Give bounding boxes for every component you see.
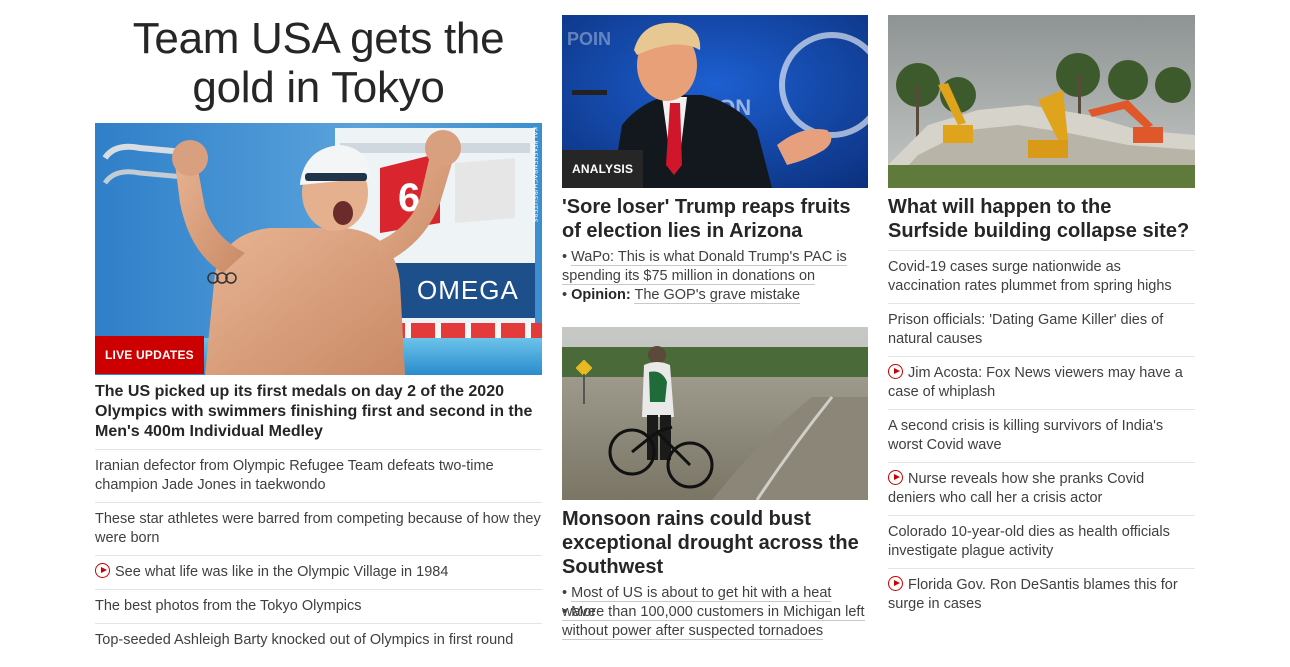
trump-photo[interactable]: ION POIN ANALYSIS — [562, 15, 868, 188]
lead-story-headline[interactable]: The US picked up its first medals on day… — [95, 382, 535, 442]
analysis-badge[interactable]: ANALYSIS — [562, 150, 644, 188]
bullet-link[interactable]: • WaPo: This is what Donald Trump's PAC … — [562, 248, 868, 286]
surfside-headline[interactable]: What will happen to the Surfside buildin… — [888, 195, 1195, 243]
video-play-icon — [888, 576, 903, 591]
list-item[interactable]: Iranian defector from Olympic Refugee Te… — [95, 449, 542, 495]
flood-illustration — [562, 327, 868, 500]
list-item[interactable]: See what life was like in the Olympic Vi… — [95, 555, 542, 582]
list-item[interactable]: Jim Acosta: Fox News viewers may have a … — [888, 356, 1195, 402]
list-item[interactable]: These star athletes were barred from com… — [95, 502, 542, 548]
bullet-link[interactable]: • Opinion: The GOP's grave mistake — [562, 286, 868, 305]
photo-credit: KAI PFAFFENBACH/REUTERS — [531, 127, 539, 223]
live-updates-badge[interactable]: LIVE UPDATES — [95, 336, 204, 374]
flood-photo[interactable] — [562, 327, 868, 500]
list-item[interactable]: Prison officials: 'Dating Game Killer' d… — [888, 303, 1195, 349]
video-play-icon — [888, 470, 903, 485]
list-item[interactable]: Covid-19 cases surge nationwide as vacci… — [888, 250, 1195, 296]
monsoon-headline[interactable]: Monsoon rains could bust exceptional dro… — [562, 507, 872, 579]
trump-headline[interactable]: 'Sore loser' Trump reaps fruits of elect… — [562, 195, 868, 243]
list-item[interactable]: Florida Gov. Ron DeSantis blames this fo… — [888, 568, 1195, 614]
surfside-photo[interactable] — [888, 15, 1195, 188]
list-item[interactable]: A second crisis is killing survivors of … — [888, 409, 1195, 455]
video-play-icon — [95, 563, 110, 578]
swimmer-photo[interactable]: 6 OMEGA KAI PFAFFENBACH/REUTERS LIVE UPD… — [95, 123, 542, 375]
surfside-illustration — [888, 15, 1195, 188]
main-headline[interactable]: Team USA gets the gold in Tokyo — [95, 14, 542, 112]
list-item[interactable]: Top-seeded Ashleigh Barty knocked out of… — [95, 623, 542, 650]
list-item[interactable]: The best photos from the Tokyo Olympics — [95, 589, 542, 616]
bullet-link[interactable]: • More than 100,000 customers in Michiga… — [562, 603, 868, 641]
video-play-icon — [888, 364, 903, 379]
svg-text:POIN: POIN — [567, 29, 611, 49]
list-item[interactable]: Colorado 10-year-old dies as health offi… — [888, 515, 1195, 561]
pool-sign: OMEGA — [417, 275, 519, 305]
list-item[interactable]: Nurse reveals how she pranks Covid denie… — [888, 462, 1195, 508]
